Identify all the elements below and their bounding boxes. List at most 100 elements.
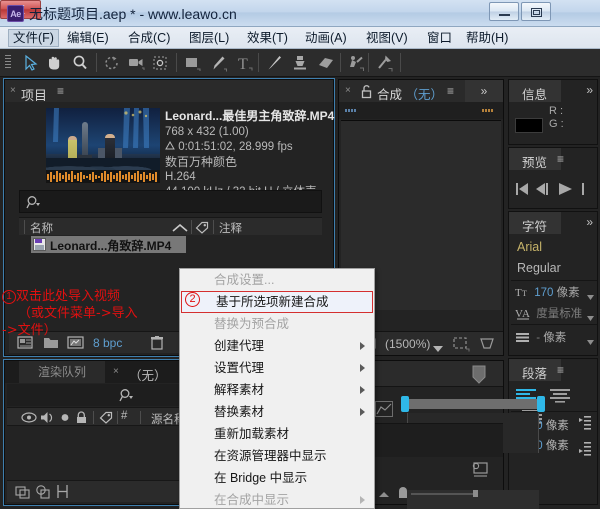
layer-number-icon[interactable]: #	[121, 410, 127, 422]
project-column-headers: 名称 注释	[19, 217, 322, 235]
context-menu: 合成设置... 基于所选项新建合成 替换为预合成 创建代理 设置代理 解释素材 …	[179, 268, 375, 509]
character-panel-overflow-icon[interactable]: »	[586, 215, 593, 229]
menu-item-set-proxy[interactable]: 设置代理	[180, 357, 374, 379]
chevron-down-icon[interactable]	[587, 287, 594, 305]
info-panel-overflow-icon[interactable]: »	[586, 83, 593, 97]
paragraph-panel-tab[interactable]: 段落	[522, 363, 547, 382]
menu-help[interactable]: 帮助(H)	[462, 29, 512, 47]
work-area-start-handle[interactable]	[401, 396, 409, 412]
space-after-icon[interactable]	[577, 441, 593, 462]
tracking-row[interactable]: - 像素	[515, 329, 566, 345]
chevron-down-icon[interactable]	[433, 340, 443, 358]
clone-stamp-tool-icon[interactable]	[290, 53, 310, 73]
menu-effect[interactable]: 效果(T)	[243, 29, 292, 47]
audio-icon[interactable]	[40, 411, 56, 424]
tab-composition-none[interactable]: （无）	[129, 365, 167, 384]
toggle-switches-icon[interactable]	[15, 484, 31, 504]
project-search-input[interactable]	[19, 190, 322, 213]
brush-tool-icon[interactable]	[264, 53, 284, 73]
pen-tool-icon[interactable]	[208, 53, 228, 73]
minimize-button[interactable]	[489, 2, 519, 21]
toolbar-separator	[400, 53, 401, 72]
project-panel-tab[interactable]: 项目	[21, 85, 47, 104]
search-icon	[26, 196, 40, 209]
menu-item-reveal-in-composition[interactable]: 在合成中显示	[180, 489, 374, 509]
solo-icon[interactable]	[59, 411, 71, 424]
composition-close-icon[interactable]: ×	[345, 85, 351, 96]
work-area-end-handle[interactable]	[537, 396, 545, 412]
menu-view[interactable]: 视图(V)	[362, 29, 412, 47]
menu-item-replace-footage[interactable]: 替换素材	[180, 401, 374, 423]
paragraph-panel-menu-icon[interactable]: ≡	[557, 363, 564, 377]
unlock-icon[interactable]	[361, 84, 373, 104]
font-family-select[interactable]: Arial	[517, 240, 542, 254]
chevron-down-icon[interactable]	[587, 308, 594, 326]
selection-tool-icon[interactable]	[20, 53, 40, 73]
graph-editor-thumb-icon[interactable]	[375, 401, 393, 417]
column-header-comment[interactable]: 注释	[219, 220, 242, 236]
menu-item-reveal-in-bridge[interactable]: 在 Bridge 中显示	[180, 467, 374, 489]
menu-item-create-proxy[interactable]: 创建代理	[180, 335, 374, 357]
column-divider	[24, 220, 25, 234]
comp-marker-icon[interactable]	[471, 365, 487, 385]
puppet-pin-tool-icon[interactable]	[374, 53, 394, 73]
project-panel-menu-icon[interactable]: ≡	[57, 84, 64, 98]
column-header-name[interactable]: 名称	[30, 220, 53, 236]
rotation-tool-icon[interactable]	[102, 53, 122, 73]
tag-icon[interactable]	[195, 221, 209, 234]
hand-tool-icon[interactable]	[44, 53, 64, 73]
menu-item-replace-with-precomp[interactable]: 替换为预合成	[180, 313, 374, 335]
graph-editor-icon[interactable]	[55, 484, 71, 504]
type-tool-icon[interactable]: T	[234, 53, 254, 73]
layer-duration-bar[interactable]	[407, 399, 539, 409]
transparency-grid-icon[interactable]	[478, 336, 496, 357]
camera-tool-icon[interactable]	[126, 53, 146, 73]
menu-item-reveal-in-explorer[interactable]: 在资源管理器中显示	[180, 445, 374, 467]
tab-render-queue[interactable]: 渲染队列	[19, 361, 105, 383]
composition-menu-icon[interactable]: ≡	[447, 84, 454, 98]
font-style-select[interactable]: Regular	[517, 261, 561, 275]
menu-file[interactable]: 文件(F)	[8, 29, 59, 47]
zoom-tool-icon[interactable]	[70, 53, 90, 73]
zoom-level-label[interactable]: (1500%)	[385, 337, 430, 351]
chevron-down-icon[interactable]	[587, 332, 594, 350]
table-row[interactable]: Leonard...角致辞.MP4	[19, 236, 322, 254]
thumbnail-statue	[78, 122, 92, 160]
eye-icon[interactable]	[21, 411, 37, 424]
info-panel-tab[interactable]: 信息	[522, 84, 547, 103]
menu-item-composition-settings[interactable]: 合成设置...	[180, 269, 374, 291]
tag-icon[interactable]	[99, 411, 113, 424]
leading-row[interactable]: V A 度量标准	[515, 305, 582, 321]
menu-window[interactable]: 窗口	[423, 29, 456, 47]
menu-animation[interactable]: 动画(A)	[301, 29, 351, 47]
composition-overflow-icon[interactable]: »	[465, 80, 503, 102]
preview-panel-tab[interactable]: 预览	[522, 152, 547, 171]
window-title: 无标题项目.aep * - www.leawo.cn	[29, 6, 237, 22]
composition-panel-tab[interactable]: 合成 （无）	[377, 84, 443, 103]
character-panel-tab[interactable]: 字符	[522, 216, 547, 235]
maximize-button[interactable]	[521, 2, 551, 21]
menu-composition[interactable]: 合成(C)	[124, 29, 174, 47]
menu-item-interpret-footage[interactable]: 解释素材	[180, 379, 374, 401]
space-before-icon[interactable]	[577, 415, 593, 436]
frame-blending-icon[interactable]	[35, 484, 51, 504]
footage-dimensions: 768 x 432 (1.00)	[165, 126, 249, 138]
project-panel-close-icon[interactable]: ×	[10, 85, 16, 96]
sort-ascending-icon[interactable]	[172, 224, 188, 232]
region-of-interest-icon[interactable]	[452, 336, 470, 357]
anchor-point-tool-icon[interactable]	[150, 53, 170, 73]
lock-icon[interactable]	[75, 411, 88, 424]
preview-monitor-icon[interactable]	[470, 460, 490, 478]
menu-item-reload-footage[interactable]: 重新加载素材	[180, 423, 374, 445]
roto-brush-tool-icon[interactable]	[346, 53, 366, 73]
eraser-tool-icon[interactable]	[316, 53, 336, 73]
timeline-zoom-slider[interactable]	[379, 486, 479, 498]
timeline-close-icon[interactable]: ×	[113, 366, 119, 377]
menu-edit[interactable]: 编辑(E)	[63, 29, 113, 47]
menu-item-new-comp-from-selection[interactable]: 基于所选项新建合成	[181, 291, 373, 313]
align-center-icon[interactable]	[549, 387, 573, 403]
shape-tool-icon[interactable]	[182, 53, 202, 73]
preview-panel-menu-icon[interactable]: ≡	[557, 152, 564, 166]
menu-layer[interactable]: 图层(L)	[185, 29, 233, 47]
font-size-row[interactable]: T T 170 像素	[515, 284, 580, 300]
